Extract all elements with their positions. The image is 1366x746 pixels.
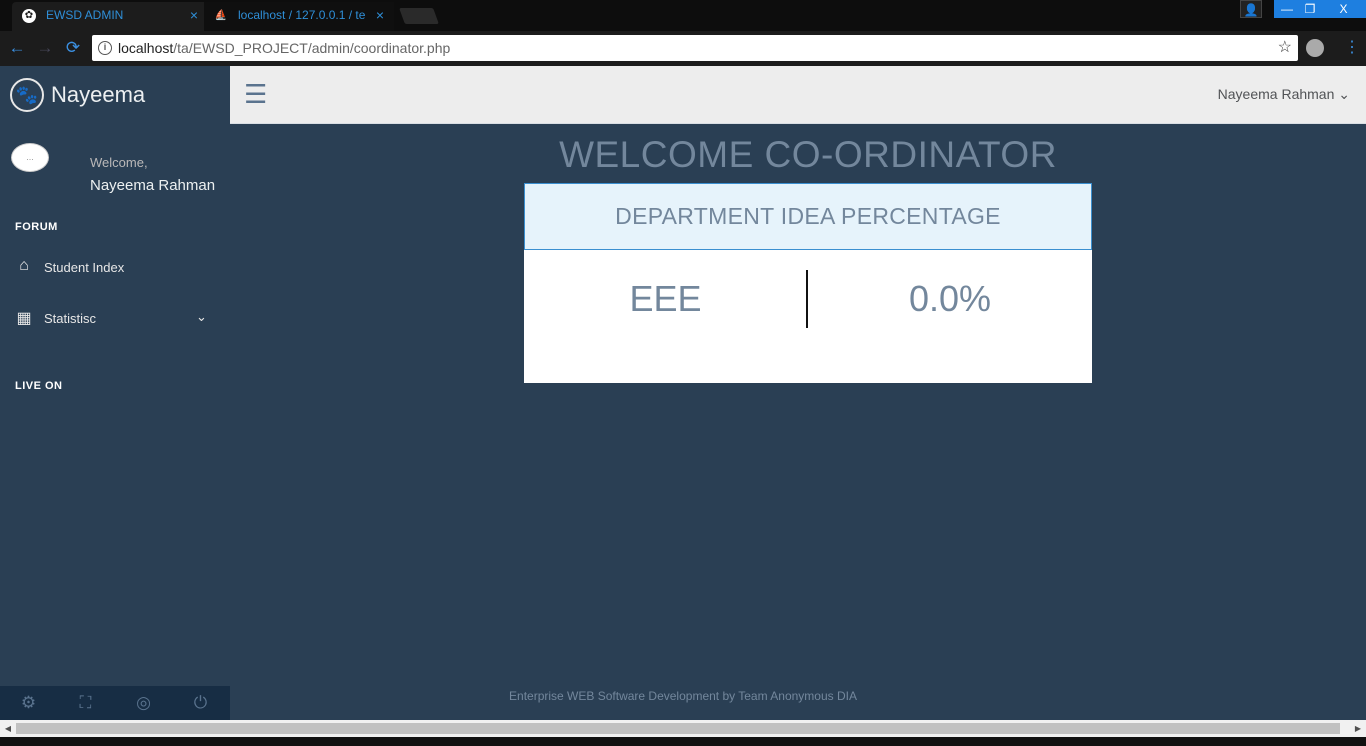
sidebar-item-statistics[interactable]: ▦ Statistisc ⌄ <box>0 298 230 338</box>
close-tab-icon[interactable]: × <box>376 2 384 28</box>
page-title: WELCOME CO-ORDINATOR <box>559 134 1057 175</box>
tab-label: localhost / 127.0.0.1 / te <box>238 8 366 22</box>
info-icon[interactable]: i <box>98 41 112 55</box>
panel-title: DEPARTMENT IDEA PERCENTAGE <box>524 183 1092 250</box>
window-close-button[interactable]: X <box>1321 0 1366 18</box>
url-path: /ta/EWSD_PROJECT/admin/coordinator.php <box>173 40 451 56</box>
sidebar-item-label: Statistisc <box>44 311 97 326</box>
phpmyadmin-favicon-icon: ⛵ <box>214 10 228 21</box>
address-bar[interactable]: i localhost/ta/EWSD_PROJECT/admin/coordi… <box>92 35 1298 61</box>
welcome-label: Welcome, <box>90 155 148 170</box>
reload-icon[interactable]: ⟳ <box>62 37 84 59</box>
bookmark-star-icon[interactable]: ☆ <box>1278 35 1292 61</box>
forward-arrow-icon[interactable]: → <box>34 37 56 59</box>
page-footer: Enterprise WEB Software Development by T… <box>509 689 857 703</box>
section-title-forum: FORUM <box>15 221 58 233</box>
scrollbar-thumb[interactable] <box>16 723 1340 734</box>
new-tab-button[interactable] <box>399 8 439 24</box>
brand-name: Nayeema <box>51 82 146 107</box>
user-dropdown[interactable]: Nayeema Rahman ⌄ <box>1218 86 1350 103</box>
back-arrow-icon[interactable]: ← <box>6 37 28 59</box>
site-brand[interactable]: 🐾 Nayeema <box>0 66 230 124</box>
browser-tab-phpmyadmin[interactable]: ⛵ localhost / 127.0.0.1 / te × <box>204 2 394 31</box>
scroll-left-icon[interactable]: ◀ <box>0 720 16 737</box>
top-navigation: ☰ Nayeema Rahman ⌄ <box>230 66 1366 124</box>
hamburger-menu-icon[interactable]: ☰ <box>244 81 270 107</box>
url-text: localhost/ta/EWSD_PROJECT/admin/coordina… <box>118 35 450 61</box>
sidebar-item-label: Student Index <box>44 260 125 275</box>
sidebar-item-student-index[interactable]: ⌂ Student Index <box>0 247 230 287</box>
main-content: WELCOME CO-ORDINATOR DEPARTMENT IDEA PER… <box>230 124 1366 686</box>
maximize-button[interactable]: ❐ <box>1299 0 1321 18</box>
avatar: ... <box>11 143 49 172</box>
table-icon: ▦ <box>16 310 32 327</box>
user-name: Nayeema Rahman <box>90 177 216 194</box>
department-name: EEE <box>629 278 702 319</box>
tab-label: EWSD ADMIN <box>46 8 124 22</box>
department-panel: DEPARTMENT IDEA PERCENTAGE EEE 0.0% <box>524 183 1092 383</box>
close-tab-icon[interactable]: × <box>190 2 198 28</box>
home-icon: ⌂ <box>19 257 29 274</box>
url-host: localhost <box>118 40 174 56</box>
page-viewport: 🐾 Nayeema ... Welcome, Nayeema Rahman FO… <box>0 66 1366 720</box>
os-taskbar <box>0 737 1366 746</box>
paw-favicon-icon: ✿ <box>22 9 36 23</box>
paw-icon: 🐾 <box>10 78 44 112</box>
chevron-down-icon: ⌄ <box>196 309 207 324</box>
section-title-live-on: LIVE ON <box>15 380 63 392</box>
horizontal-scrollbar[interactable]: ◀ ▶ <box>0 720 1366 737</box>
profile-user-icon[interactable]: 👤 <box>1240 0 1262 18</box>
idea-percentage: 0.0% <box>908 278 992 319</box>
scroll-right-icon[interactable]: ▶ <box>1350 720 1366 737</box>
extension-icon[interactable] <box>1306 39 1324 57</box>
minimize-button[interactable]: — <box>1274 0 1300 18</box>
browser-tab-ewsd-admin[interactable]: ✿ EWSD ADMIN × <box>12 2 208 31</box>
browser-menu-icon[interactable]: ⋮ <box>1344 37 1360 59</box>
browser-toolbar: ← → ⟳ i localhost/ta/EWSD_PROJECT/admin/… <box>0 31 1366 66</box>
sidebar: 🐾 Nayeema ... Welcome, Nayeema Rahman FO… <box>0 66 230 720</box>
browser-tabstrip: ✿ EWSD ADMIN × ⛵ localhost / 127.0.0.1 /… <box>0 0 1366 31</box>
